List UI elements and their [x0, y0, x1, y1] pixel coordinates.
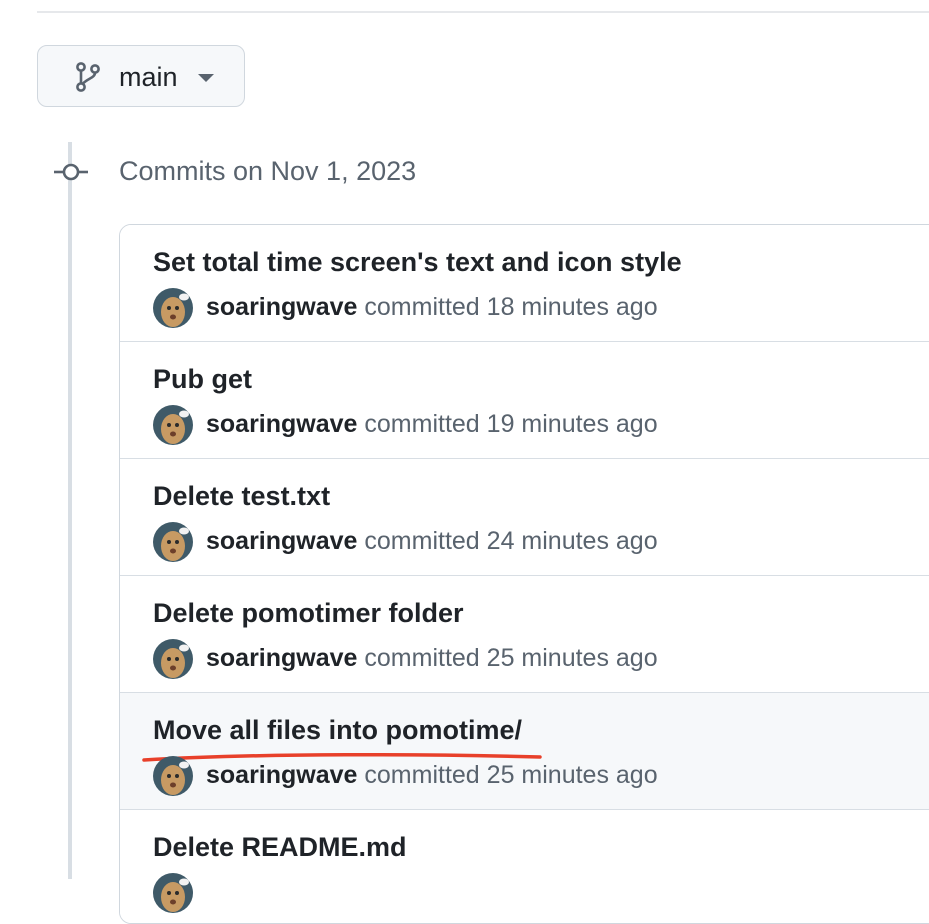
author-avatar[interactable]	[153, 873, 193, 913]
commit-list: Set total time screen's text and icon st…	[119, 224, 929, 924]
author-name-link[interactable]: soaringwave	[206, 410, 357, 438]
commit-title-link[interactable]: Delete README.md	[153, 830, 407, 864]
author-avatar[interactable]	[153, 405, 193, 445]
commit-meta: soaringwave committed 25 minutes ago	[206, 642, 658, 674]
triangle-down-icon	[198, 74, 214, 82]
author-avatar[interactable]	[153, 756, 193, 796]
commit-title-link[interactable]: Delete pomotimer folder	[153, 596, 464, 630]
commit-time: 24 minutes ago	[486, 527, 658, 555]
commit-time: 18 minutes ago	[486, 293, 658, 321]
author-name-link[interactable]: soaringwave	[206, 644, 357, 672]
timeline-line	[68, 142, 72, 879]
commit-row: Pub get soaringwave committed 19 minutes…	[120, 342, 929, 459]
author-name-link[interactable]: soaringwave	[206, 761, 357, 789]
commit-title-link[interactable]: Pub get	[153, 362, 252, 396]
commit-action: committed	[364, 293, 480, 321]
commit-action: committed	[364, 410, 480, 438]
commit-time: 19 minutes ago	[486, 410, 658, 438]
git-branch-icon	[76, 62, 100, 92]
commit-row: Delete test.txt soaringwave committed 24…	[120, 459, 929, 576]
commit-action: committed	[364, 761, 480, 789]
git-commit-icon	[54, 163, 88, 181]
commit-row: Delete pomotimer folder soaringwave comm…	[120, 576, 929, 693]
commits-date-heading: Commits on Nov 1, 2023	[119, 156, 417, 186]
commit-action: committed	[364, 527, 480, 555]
author-avatar[interactable]	[153, 288, 193, 328]
commit-time: 25 minutes ago	[486, 761, 658, 789]
author-avatar[interactable]	[153, 639, 193, 679]
commit-title-link[interactable]: Set total time screen's text and icon st…	[153, 245, 682, 279]
branch-name: main	[119, 62, 178, 92]
commit-row: Set total time screen's text and icon st…	[120, 225, 929, 342]
commit-meta: soaringwave committed 25 minutes ago	[206, 759, 658, 791]
commit-meta: soaringwave committed 24 minutes ago	[206, 525, 658, 557]
commit-meta: soaringwave committed 19 minutes ago	[206, 408, 658, 440]
commit-time: 25 minutes ago	[486, 644, 658, 672]
author-avatar[interactable]	[153, 522, 193, 562]
commit-row: Delete README.md	[120, 810, 929, 923]
commit-meta: soaringwave committed 18 minutes ago	[206, 291, 658, 323]
author-name-link[interactable]: soaringwave	[206, 293, 357, 321]
author-name-link[interactable]: soaringwave	[206, 527, 357, 555]
commit-title-link[interactable]: Delete test.txt	[153, 479, 330, 513]
commit-row: Move all files into pomotime/ soaringwav…	[120, 693, 929, 810]
commit-action: committed	[364, 644, 480, 672]
top-divider	[37, 11, 929, 13]
branch-selector-button[interactable]: main	[37, 45, 245, 107]
